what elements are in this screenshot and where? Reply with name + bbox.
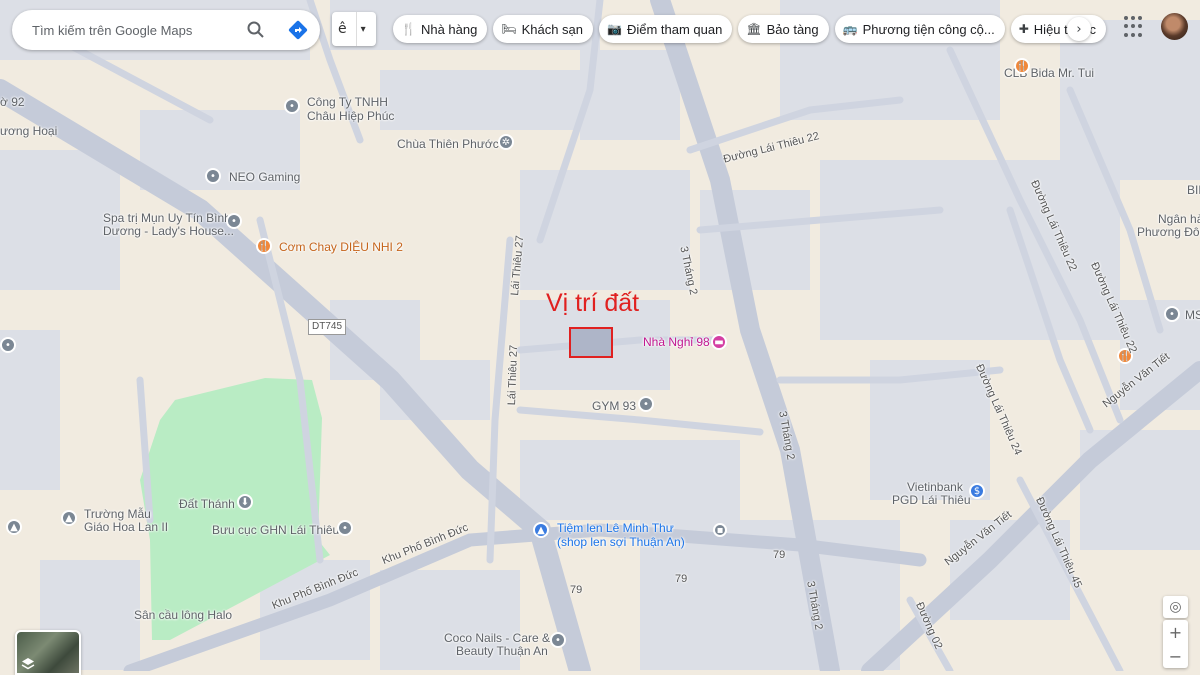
zoom-in-button[interactable]: + <box>1163 620 1188 644</box>
avatar[interactable] <box>1161 13 1188 40</box>
place-label-coco-1[interactable]: Coco Nails - Care & <box>444 631 550 645</box>
place-label-edge-2: ương Hoại <box>0 124 58 138</box>
camera-icon: 📷 <box>607 22 622 36</box>
bus-stop-icon[interactable]: ▪ <box>713 523 727 537</box>
layers-icon <box>21 658 35 670</box>
place-label-truong-1[interactable]: Trường Mẫu <box>84 507 151 521</box>
place-pin-icon[interactable]: • <box>638 396 654 412</box>
place-label-chua[interactable]: Chùa Thiên Phước <box>397 137 499 151</box>
bus-icon: 🚌 <box>842 22 858 36</box>
place-label-vietinbank-1[interactable]: Vietinbank <box>907 480 963 494</box>
place-label-bid[interactable]: BID <box>1187 183 1200 197</box>
apps-grid-icon[interactable] <box>1124 16 1146 38</box>
chip-hotels[interactable]: 🛏 Khách sạn <box>493 15 594 43</box>
zoom-out-button[interactable]: − <box>1163 644 1188 668</box>
shop-pin-icon[interactable]: ▲ <box>533 522 549 538</box>
annotation-title: Vị trí đất <box>546 289 640 317</box>
input-method-char: ê <box>338 21 347 37</box>
chip-label: Khách sạn <box>521 21 584 37</box>
road-label-lai-thieu-27-b: Lái Thiêu 27 <box>505 344 521 406</box>
place-pin-icon-edge[interactable]: • <box>0 337 16 353</box>
place-label-tiem-len-2[interactable]: (shop len sợi Thuận An) <box>557 535 685 549</box>
fork-knife-icon: 🍴 <box>401 22 416 36</box>
place-label-ngan-hang-2[interactable]: Phương Đôn <box>1137 225 1200 239</box>
road-label-79-c: 79 <box>570 584 583 596</box>
search-input[interactable] <box>30 21 244 39</box>
chip-label: Phương tiện công cộ... <box>862 21 995 37</box>
cemetery-pin-icon[interactable]: ⬇ <box>237 494 253 510</box>
place-label-nha-nghi[interactable]: Nhà Nghỉ 98 <box>643 335 710 349</box>
place-label-cong-ty-1[interactable]: Công Ty TNHH <box>307 95 388 109</box>
place-pin-icon[interactable]: • <box>1164 306 1180 322</box>
chevron-down-icon[interactable]: ▾ <box>361 24 366 35</box>
road-label-79-b: 79 <box>675 573 688 585</box>
museum-icon: 🏛 <box>746 22 762 36</box>
place-label-vietinbank-2[interactable]: PGD Lái Thiêu <box>892 493 971 507</box>
place-label-truong-2[interactable]: Giáo Hoa Lan II <box>84 520 168 534</box>
place-label-ms[interactable]: MS <box>1185 308 1200 322</box>
place-label-dat-thanh[interactable]: Đất Thánh <box>179 497 235 511</box>
restaurant-pin-icon[interactable]: 🍴 <box>256 238 272 254</box>
place-label-spa-2[interactable]: Dương - Lady's House... <box>103 224 234 238</box>
place-label-neo[interactable]: NEO Gaming <box>229 170 300 184</box>
chip-museums[interactable]: 🏛 Bảo tàng <box>738 15 829 43</box>
chip-restaurants[interactable]: 🍴 Nhà hàng <box>393 15 488 43</box>
place-pin-icon[interactable]: • <box>284 98 300 114</box>
layers-button[interactable] <box>15 630 81 675</box>
place-label-spa-1[interactable]: Spa trị Mụn Uy Tín Bình <box>103 211 231 225</box>
place-label-tiem-len-1[interactable]: Tiệm len Lê Minh Thư <box>557 521 674 535</box>
school-pin-icon-edge[interactable]: ▲ <box>6 519 22 535</box>
annotation-box <box>569 327 613 358</box>
chevron-right-icon[interactable]: › <box>1067 17 1091 41</box>
place-pin-icon[interactable]: • <box>205 168 221 184</box>
chip-label: Bảo tàng <box>766 21 819 37</box>
search-icon[interactable] <box>246 20 266 40</box>
place-pin-icon[interactable]: • <box>550 632 566 648</box>
hotel-pin-icon[interactable]: ▬ <box>711 334 727 350</box>
temple-pin-icon[interactable]: ✲ <box>498 134 514 150</box>
zoom-control: + − <box>1163 620 1188 668</box>
school-pin-icon[interactable]: ▲ <box>61 510 77 526</box>
my-location-icon[interactable]: ◎ <box>1163 596 1188 618</box>
place-label-buu-cuc[interactable]: Bưu cục GHN Lái Thiêu <box>212 523 339 537</box>
place-pin-icon[interactable]: • <box>226 213 242 229</box>
place-label-com-chay[interactable]: Cơm Chay DIỆU NHI 2 <box>279 240 403 254</box>
road-label-79: 79 <box>773 549 786 561</box>
directions-icon[interactable] <box>288 20 308 40</box>
bank-pin-icon[interactable]: $ <box>969 483 985 499</box>
chip-pharmacies[interactable]: ✚ Hiệu thuốc <box>1010 15 1106 43</box>
chip-attractions[interactable]: 📷 Điểm tham quan <box>599 15 733 43</box>
chip-label: Nhà hàng <box>420 21 478 37</box>
place-label-coco-2[interactable]: Beauty Thuận An <box>456 644 548 658</box>
place-label-gym[interactable]: GYM 93 <box>592 399 636 413</box>
place-pin-icon[interactable]: • <box>337 520 353 536</box>
input-method-toggle[interactable]: ê ▾ <box>332 12 376 46</box>
search-box[interactable] <box>12 10 320 50</box>
place-label-edge: ờ 92 <box>0 95 25 109</box>
restaurant-pin-icon[interactable]: 🍴 <box>1014 58 1030 74</box>
road-shield-dt745: DT745 <box>308 319 347 335</box>
pharmacy-icon: ✚ <box>1018 22 1029 36</box>
bed-icon: 🛏 <box>501 22 517 36</box>
chip-label: Điểm tham quan <box>626 21 723 37</box>
place-label-cong-ty-2[interactable]: Châu Hiệp Phúc <box>307 109 394 123</box>
place-label-san-cau[interactable]: Sân cầu lông Halo <box>134 608 232 622</box>
chip-transit[interactable]: 🚌 Phương tiện công cộ... <box>834 15 1005 43</box>
category-chips: 🍴 Nhà hàng 🛏 Khách sạn 📷 Điểm tham quan 🏛 Bả… <box>393 15 1106 43</box>
place-label-ngan-hang-1[interactable]: Ngân hà <box>1158 212 1200 226</box>
